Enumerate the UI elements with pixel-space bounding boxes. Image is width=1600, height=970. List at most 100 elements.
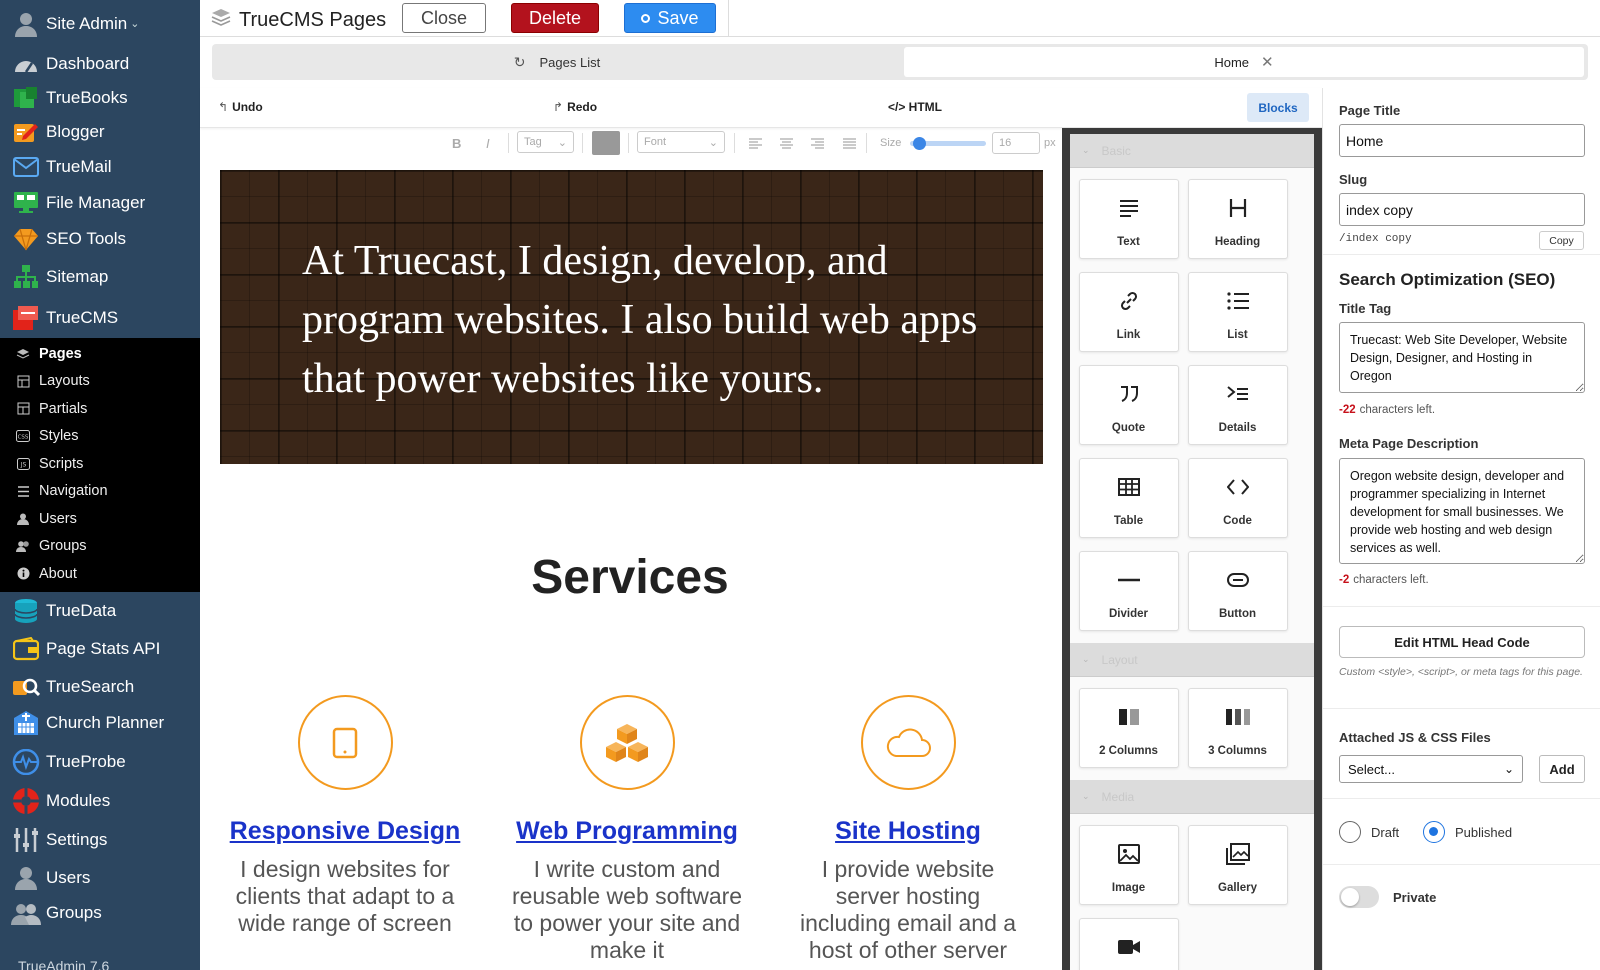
sidebar-item-truedata[interactable]: TrueData [0, 592, 200, 630]
tab-pages-list[interactable]: ↻ Pages List [212, 44, 902, 80]
block-button[interactable]: Button [1187, 551, 1288, 631]
private-toggle[interactable] [1339, 886, 1379, 908]
attached-files-select[interactable]: Select... ⌄ [1339, 755, 1523, 783]
service-card-hosting[interactable]: Site Hosting I provide website server ho… [788, 695, 1028, 964]
published-radio[interactable]: Published [1423, 821, 1512, 843]
text-lines-icon [1119, 186, 1139, 230]
submenu-item-pages[interactable]: Pages [0, 340, 200, 368]
align-justify-button[interactable] [843, 131, 856, 155]
save-button[interactable]: Save [624, 3, 716, 33]
align-left-button[interactable] [749, 131, 762, 155]
undo-button[interactable]: ↰ Undo [218, 100, 263, 114]
align-right-button[interactable] [811, 131, 824, 155]
block-category-layout[interactable]: ⌄ Layout [1070, 643, 1314, 677]
slug-input[interactable] [1339, 193, 1585, 226]
block-gallery[interactable]: Gallery [1187, 825, 1288, 905]
sidebar-item-file-manager[interactable]: File Manager [0, 184, 200, 222]
submenu-item-navigation[interactable]: Navigation [0, 478, 200, 506]
submenu-item-about[interactable]: About [0, 560, 200, 588]
submenu-item-users[interactable]: Users [0, 505, 200, 533]
block-heading[interactable]: Heading [1187, 179, 1288, 259]
edit-head-code-button[interactable]: Edit HTML Head Code [1339, 626, 1585, 658]
title-tag-textarea[interactable]: Truecast: Web Site Developer, Website De… [1339, 322, 1585, 393]
sidebar-item-label: TrueData [46, 600, 117, 620]
sidebar-item-groups[interactable]: Groups [0, 896, 200, 930]
sidebar-item-settings[interactable]: Settings [0, 820, 200, 860]
redo-button[interactable]: ↱ Redo [553, 100, 597, 114]
bold-button[interactable]: B [452, 131, 461, 155]
close-button[interactable]: Close [402, 3, 486, 33]
trueprobe-pulse-icon [10, 747, 42, 777]
block-label: 2 Columns [1099, 745, 1158, 757]
sidebar-item-blogger[interactable]: Blogger [0, 114, 200, 149]
block-table[interactable]: Table [1078, 458, 1179, 538]
blocks-button[interactable]: Blocks [1247, 93, 1309, 122]
hero-text[interactable]: At Truecast, I design, develop, and prog… [302, 232, 1002, 409]
submenu-item-layouts[interactable]: Layouts [0, 368, 200, 396]
meta-description-textarea[interactable]: Oregon website design, developer and pro… [1339, 458, 1585, 564]
block-divider[interactable]: Divider [1078, 551, 1179, 631]
block-3-columns[interactable]: 3 Columns [1187, 688, 1288, 768]
block-list[interactable]: List [1187, 272, 1288, 352]
sidebar-item-truebooks[interactable]: TrueBooks [0, 81, 200, 114]
size-slider-thumb[interactable] [913, 136, 926, 150]
sidebar-item-page-stats-api[interactable]: Page Stats API [0, 630, 200, 669]
service-title-link[interactable]: Site Hosting [788, 812, 1028, 850]
block-image[interactable]: Image [1078, 825, 1179, 905]
tag-select[interactable]: Tag ⌄ [517, 131, 574, 153]
sidebar-item-church-planner[interactable]: Church Planner [0, 705, 200, 742]
submenu-item-scripts[interactable]: JS Scripts [0, 450, 200, 478]
service-card-programming[interactable]: Web Programming I write custom and reusa… [507, 695, 747, 964]
submenu-item-styles[interactable]: CSS Styles [0, 423, 200, 451]
slug-preview: /index copy [1339, 233, 1412, 245]
add-file-button[interactable]: Add [1539, 755, 1585, 783]
sidebar-item-site-admin[interactable]: Site Admin ⌄ [0, 0, 200, 47]
block-video[interactable] [1078, 918, 1179, 970]
block-quote[interactable]: Quote [1078, 365, 1179, 445]
service-card-responsive[interactable]: Responsive Design I design websites for … [225, 695, 465, 937]
copy-slug-button[interactable]: Copy [1539, 231, 1584, 250]
color-picker[interactable] [592, 131, 620, 155]
font-select[interactable]: Font ⌄ [637, 131, 725, 153]
services-heading[interactable]: Services [200, 550, 1060, 605]
page-canvas[interactable]: At Truecast, I design, develop, and prog… [200, 160, 1060, 970]
block-text[interactable]: Text [1078, 179, 1179, 259]
service-title-link[interactable]: Responsive Design [225, 812, 465, 850]
sidebar-item-trueprobe[interactable]: TrueProbe [0, 742, 200, 782]
code-icon [1226, 465, 1249, 509]
sidebar-item-truecms[interactable]: TrueCMS [0, 298, 200, 338]
draft-radio[interactable]: Draft [1339, 821, 1399, 843]
sidebar-item-users[interactable]: Users [0, 860, 200, 896]
align-center-button[interactable] [780, 131, 793, 155]
size-slider[interactable] [910, 131, 986, 155]
page-title-input[interactable] [1339, 124, 1585, 157]
hero-banner[interactable]: At Truecast, I design, develop, and prog… [220, 170, 1043, 464]
block-category-media[interactable]: ⌄ Media [1070, 780, 1314, 814]
color-swatch [592, 131, 620, 155]
block-details[interactable]: Details [1187, 365, 1288, 445]
radio-indicator[interactable] [1423, 821, 1445, 843]
radio-indicator[interactable] [1339, 821, 1361, 843]
service-title-link[interactable]: Web Programming [507, 812, 747, 850]
delete-button[interactable]: Delete [511, 3, 599, 33]
size-unit: px [1044, 137, 1056, 149]
sidebar-item-truesearch[interactable]: TrueSearch [0, 669, 200, 705]
blocks-list: ⌄ Basic Text Heading Link List Quote Details Tab… [1070, 134, 1314, 970]
html-view-button[interactable]: </> HTML [888, 100, 942, 114]
block-2-columns[interactable]: 2 Columns [1078, 688, 1179, 768]
size-input[interactable] [992, 132, 1040, 154]
sidebar-item-truemail[interactable]: TrueMail [0, 149, 200, 184]
submenu-item-partials[interactable]: Partials [0, 395, 200, 423]
close-tab-icon[interactable]: ✕ [1261, 53, 1274, 71]
italic-button[interactable]: I [486, 131, 490, 155]
block-category-basic[interactable]: ⌄ Basic [1070, 134, 1314, 168]
block-code[interactable]: Code [1187, 458, 1288, 538]
sidebar-item-modules[interactable]: Modules [0, 782, 200, 820]
submenu-item-groups[interactable]: Groups [0, 533, 200, 561]
sidebar-item-sitemap[interactable]: Sitemap [0, 256, 200, 298]
tab-home[interactable]: Home ✕ [904, 47, 1584, 77]
sidebar-item-dashboard[interactable]: Dashboard [0, 47, 200, 81]
block-link[interactable]: Link [1078, 272, 1179, 352]
sidebar-item-seo-tools[interactable]: SEO Tools [0, 222, 200, 256]
sidebar-item-label: Site Admin [46, 13, 128, 33]
